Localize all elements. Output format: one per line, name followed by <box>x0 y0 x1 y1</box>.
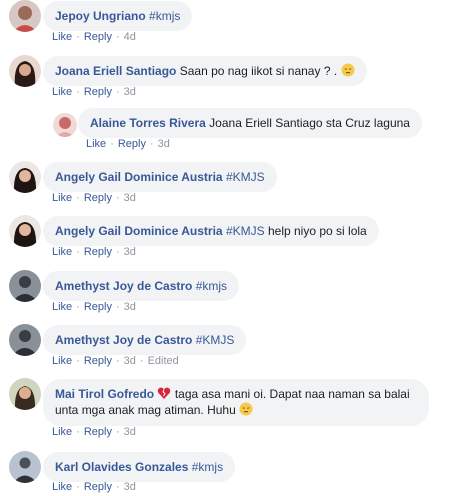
commenter-name[interactable]: Karl Olavides Gonzales <box>55 460 188 474</box>
hashtag-link[interactable]: #KMJS <box>226 224 265 238</box>
comment-actions: Like · Reply · 3d · Edited <box>52 355 179 367</box>
comment-actions: Like · Reply · 4d <box>52 31 136 43</box>
comment-text: help niyo po si lola <box>267 224 367 238</box>
comment-text: Joana Eriell Santiago sta Cruz laguna <box>209 116 410 130</box>
reply-button[interactable]: Reply <box>84 301 112 313</box>
comment-actions: Like · Reply · 3d <box>52 246 136 258</box>
hashtag-link[interactable]: #kmjs <box>149 9 180 23</box>
hashtag-link[interactable]: #KMJS <box>226 170 265 184</box>
hashtag-link[interactable]: #kmjs <box>192 460 223 474</box>
comment-actions: Like · Reply · 3d <box>52 481 136 493</box>
avatar[interactable] <box>9 270 41 302</box>
like-button[interactable]: Like <box>52 426 72 438</box>
separator: · <box>76 481 80 493</box>
reply-button[interactable]: Reply <box>84 246 112 258</box>
separator: · <box>76 246 80 258</box>
broken-heart-icon <box>157 386 171 400</box>
separator: · <box>115 426 120 438</box>
comment-bubble: Angely Gail Dominice Austria #KMJS help … <box>43 216 379 246</box>
timestamp[interactable]: 4d <box>124 31 136 43</box>
reply-button[interactable]: Reply <box>84 192 112 204</box>
separator: · <box>115 355 120 367</box>
like-button[interactable]: Like <box>52 192 72 204</box>
pensive-face-icon <box>239 402 253 416</box>
comment-actions: Like · Reply · 3d <box>52 301 136 313</box>
hashtag-link[interactable]: #KMJS <box>196 333 235 347</box>
separator: · <box>76 301 80 313</box>
commenter-name[interactable]: Joana Eriell Santiago <box>55 64 176 78</box>
commenter-name[interactable]: Amethyst Joy de Castro <box>55 333 192 347</box>
separator: · <box>149 138 154 150</box>
commenter-name[interactable]: Amethyst Joy de Castro <box>55 279 192 293</box>
reply-button[interactable]: Reply <box>84 426 112 438</box>
separator: · <box>76 86 80 98</box>
like-button[interactable]: Like <box>52 86 72 98</box>
comment-bubble: Jepoy Ungriano #kmjs <box>43 1 193 31</box>
avatar[interactable] <box>9 0 41 32</box>
avatar[interactable] <box>9 55 41 87</box>
comment-actions: Like · Reply · 3d <box>52 192 136 204</box>
commenter-name[interactable]: Angely Gail Dominice Austria <box>55 170 223 184</box>
separator: · <box>115 481 120 493</box>
comment-bubble: Angely Gail Dominice Austria #KMJS <box>43 162 277 192</box>
reply-button[interactable]: Reply <box>84 31 112 43</box>
separator: · <box>76 192 80 204</box>
separator: · <box>76 426 80 438</box>
reply-button[interactable]: Reply <box>84 355 112 367</box>
timestamp[interactable]: 3d <box>158 138 170 150</box>
comment-bubble: Joana Eriell Santiago Saan po nag iikot … <box>43 56 367 86</box>
separator: · <box>139 355 144 367</box>
commenter-name[interactable]: Angely Gail Dominice Austria <box>55 224 223 238</box>
timestamp[interactable]: 3d <box>124 355 136 367</box>
like-button[interactable]: Like <box>86 138 106 150</box>
comment-bubble: Amethyst Joy de Castro #KMJS <box>43 325 247 355</box>
timestamp[interactable]: 3d <box>124 192 136 204</box>
avatar[interactable] <box>53 113 77 137</box>
separator: · <box>115 192 120 204</box>
timestamp[interactable]: 3d <box>124 86 136 98</box>
avatar[interactable] <box>9 451 41 483</box>
comment-bubble: Alaine Torres Rivera Joana Eriell Santia… <box>78 108 422 138</box>
commenter-name[interactable]: Alaine Torres Rivera <box>90 116 206 130</box>
avatar[interactable] <box>9 161 41 193</box>
like-button[interactable]: Like <box>52 481 72 493</box>
timestamp[interactable]: 3d <box>124 301 136 313</box>
like-button[interactable]: Like <box>52 246 72 258</box>
separator: · <box>115 31 120 43</box>
separator: · <box>76 31 80 43</box>
edited-label[interactable]: Edited <box>148 355 179 367</box>
reply-button[interactable]: Reply <box>84 86 112 98</box>
separator: · <box>115 301 120 313</box>
comment-actions: Like · Reply · 3d <box>52 426 136 438</box>
timestamp[interactable]: 3d <box>124 481 136 493</box>
timestamp[interactable]: 3d <box>124 426 136 438</box>
separator: · <box>115 86 120 98</box>
separator: · <box>76 355 80 367</box>
pensive-face-icon <box>341 58 355 77</box>
comment-bubble: Amethyst Joy de Castro #kmjs <box>43 271 240 301</box>
hashtag-link[interactable]: #kmjs <box>196 279 227 293</box>
avatar[interactable] <box>9 324 41 356</box>
comment-text: Saan po nag iikot si nanay ? . <box>179 64 338 78</box>
avatar[interactable] <box>9 215 41 247</box>
comment-bubble: Karl Olavides Gonzales #kmjs <box>43 452 236 482</box>
timestamp[interactable]: 3d <box>124 246 136 258</box>
commenter-name[interactable]: Mai Tirol Gofredo <box>55 387 154 401</box>
like-button[interactable]: Like <box>52 301 72 313</box>
comment-actions: Like · Reply · 3d <box>52 86 136 98</box>
reply-button[interactable]: Reply <box>118 138 146 150</box>
reply-button[interactable]: Reply <box>84 481 112 493</box>
separator: · <box>115 246 120 258</box>
commenter-name[interactable]: Jepoy Ungriano <box>55 9 146 23</box>
comment-actions: Like · Reply · 3d <box>86 138 170 150</box>
like-button[interactable]: Like <box>52 31 72 43</box>
comment-bubble: Mai Tirol Gofredo taga asa mani oi. Dapa… <box>43 379 429 426</box>
separator: · <box>110 138 114 150</box>
like-button[interactable]: Like <box>52 355 72 367</box>
avatar[interactable] <box>9 378 41 410</box>
